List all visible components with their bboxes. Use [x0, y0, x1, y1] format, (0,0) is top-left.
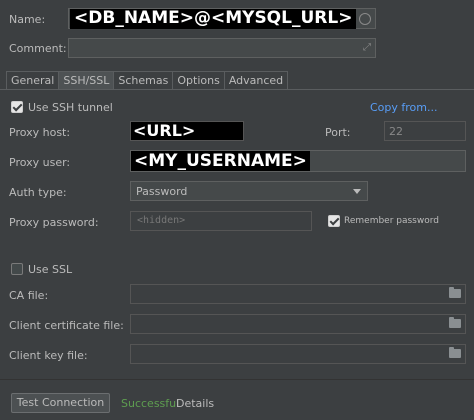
status-text: Successful [121, 397, 180, 410]
client-cert-label: Client certificate file: [9, 319, 124, 332]
client-cert-input[interactable] [130, 314, 466, 334]
proxy-user-value: <MY_USERNAME> [131, 151, 310, 171]
tab-divider [0, 89, 474, 90]
test-connection-button[interactable]: Test Connection [11, 393, 110, 413]
remember-password-checkbox[interactable] [328, 215, 340, 227]
use-ssh-tunnel-label: Use SSH tunnel [28, 101, 113, 114]
proxy-user-label: Proxy user: [9, 156, 71, 169]
client-key-input[interactable] [130, 344, 466, 364]
name-value: <DB_NAME>@<MYSQL_URL> [70, 9, 357, 29]
folder-icon[interactable] [449, 317, 461, 328]
details-link[interactable]: Details [176, 397, 214, 410]
proxy-host-value: <URL> [131, 122, 243, 140]
copy-from-link[interactable]: Copy from... [370, 101, 438, 114]
tab-general[interactable]: General [6, 71, 60, 89]
comment-input[interactable]: ⤢ [68, 38, 376, 58]
ca-file-label: CA file: [9, 289, 49, 302]
use-ssl-checkbox[interactable] [11, 263, 23, 275]
expand-icon[interactable]: ⤢ [363, 42, 371, 53]
port-label: Port: [325, 126, 351, 139]
comment-label: Comment: [9, 42, 67, 55]
proxy-password-input[interactable]: <hidden> [130, 211, 312, 231]
tab-schemas[interactable]: Schemas [113, 71, 174, 89]
proxy-password-label: Proxy password: [9, 216, 99, 229]
proxy-host-label: Proxy host: [9, 126, 71, 139]
proxy-user-input[interactable]: <MY_USERNAME> [130, 150, 466, 172]
ca-file-input[interactable] [130, 284, 466, 304]
auth-type-select[interactable]: Password [130, 181, 368, 201]
folder-icon[interactable] [449, 347, 461, 358]
chevron-down-icon [353, 189, 361, 194]
footer-divider [0, 379, 474, 380]
folder-icon[interactable] [449, 287, 461, 298]
tab-advanced[interactable]: Advanced [223, 71, 289, 89]
use-ssh-tunnel-checkbox[interactable] [11, 101, 23, 113]
use-ssl-label: Use SSL [28, 263, 73, 276]
clear-icon[interactable] [359, 13, 371, 25]
tab-bar: General SSH/SSL Schemas Options Advanced [6, 71, 289, 89]
proxy-host-input[interactable]: <URL> [130, 121, 244, 141]
auth-type-label: Auth type: [9, 186, 67, 199]
name-label: Name: [9, 13, 46, 26]
port-value: 22 [389, 125, 403, 138]
name-input[interactable]: <DB_NAME>@<MYSQL_URL> [68, 8, 376, 29]
tab-options[interactable]: Options [172, 71, 225, 89]
port-input[interactable]: 22 [384, 121, 466, 141]
client-key-label: Client key file: [9, 349, 88, 362]
auth-type-value: Password [136, 185, 188, 198]
proxy-password-placeholder: <hidden> [137, 215, 186, 226]
tab-ssh-ssl[interactable]: SSH/SSL [58, 71, 115, 89]
remember-password-label: Remember password [344, 216, 439, 226]
